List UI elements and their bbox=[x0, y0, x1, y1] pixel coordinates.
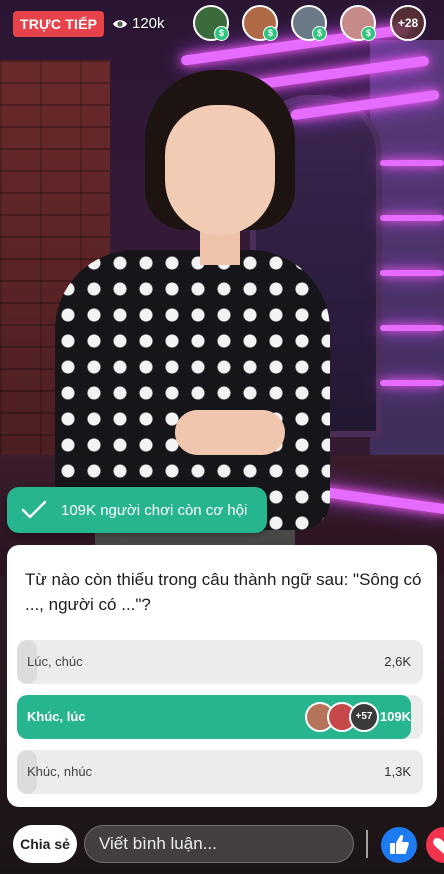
coin-icon: $ bbox=[214, 26, 229, 41]
voter-avatars: +57 bbox=[305, 702, 379, 732]
live-badge: TRỰC TIẾP bbox=[13, 11, 105, 37]
coin-icon: $ bbox=[263, 26, 278, 41]
neon-light bbox=[380, 160, 444, 166]
viewer-avatar[interactable]: $ bbox=[340, 5, 376, 41]
answer-label: Khúc, lúc bbox=[27, 709, 86, 724]
question-card: Từ nào còn thiếu trong câu thành ngữ sau… bbox=[7, 545, 437, 807]
answer-option[interactable]: Khúc, nhúc 1,3K bbox=[17, 750, 423, 794]
divider bbox=[366, 830, 368, 858]
love-button[interactable] bbox=[426, 827, 444, 863]
thumbs-up-icon bbox=[390, 834, 409, 854]
answer-count: 2,6K bbox=[384, 654, 411, 669]
heart-icon bbox=[433, 838, 444, 854]
neon-light bbox=[380, 380, 444, 386]
answer-label: Lúc, chúc bbox=[27, 654, 83, 669]
question-text: Từ nào còn thiếu trong câu thành ngữ sau… bbox=[25, 570, 422, 614]
answer-option[interactable]: Lúc, chúc 2,6K bbox=[17, 640, 423, 684]
answer-count: 109K bbox=[379, 709, 411, 724]
answer-label: Khúc, nhúc bbox=[27, 764, 93, 779]
viewer-avatar[interactable]: $ bbox=[291, 5, 327, 41]
neon-light bbox=[380, 270, 444, 276]
players-remaining-pill: 109K người chơi còn cơ hội bbox=[7, 487, 267, 533]
like-button[interactable] bbox=[381, 827, 417, 863]
share-button[interactable]: Chia sẻ bbox=[13, 825, 77, 863]
viewer-avatar[interactable]: $ bbox=[242, 5, 278, 41]
answer-count: 1,3K bbox=[384, 764, 411, 779]
more-voters-badge: +57 bbox=[349, 702, 379, 732]
neon-light bbox=[380, 325, 444, 331]
viewer-count-value: 120k bbox=[132, 15, 165, 32]
more-viewers-badge[interactable]: +28 bbox=[390, 5, 426, 41]
answer-option-correct[interactable]: Khúc, lúc +57 109K bbox=[17, 695, 423, 739]
neon-light bbox=[380, 215, 444, 221]
eye-icon bbox=[113, 20, 127, 28]
coin-icon: $ bbox=[312, 26, 327, 41]
coin-icon: $ bbox=[361, 26, 376, 41]
viewer-avatar[interactable]: $ bbox=[193, 5, 229, 41]
viewer-count: 120k bbox=[112, 12, 165, 36]
players-remaining-text: 109K người chơi còn cơ hội bbox=[61, 501, 248, 519]
check-icon bbox=[21, 500, 47, 519]
comment-input[interactable]: Viết bình luận... bbox=[84, 825, 354, 863]
